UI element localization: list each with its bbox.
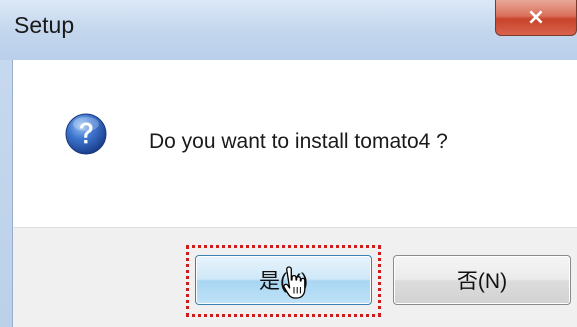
no-button[interactable]: 否(N) [393,255,571,305]
close-button[interactable]: × [495,0,577,36]
title-bar[interactable]: Setup × [0,0,577,60]
no-button-label: 否(N) [456,270,508,293]
button-bar: 是(Y) 否(N) [13,227,577,327]
window-title: Setup [14,12,75,38]
setup-dialog-window: Setup × Do you want to install tomato4 ?… [0,0,577,327]
close-icon: × [526,4,546,30]
dialog-message: Do you want to install tomato4 ? [149,130,448,153]
dialog-client-area: Do you want to install tomato4 ? 是(Y) 否(… [12,60,577,327]
question-icon [65,113,107,155]
message-area: Do you want to install tomato4 ? [13,60,577,227]
hand-pointer-cursor-icon [283,266,306,299]
